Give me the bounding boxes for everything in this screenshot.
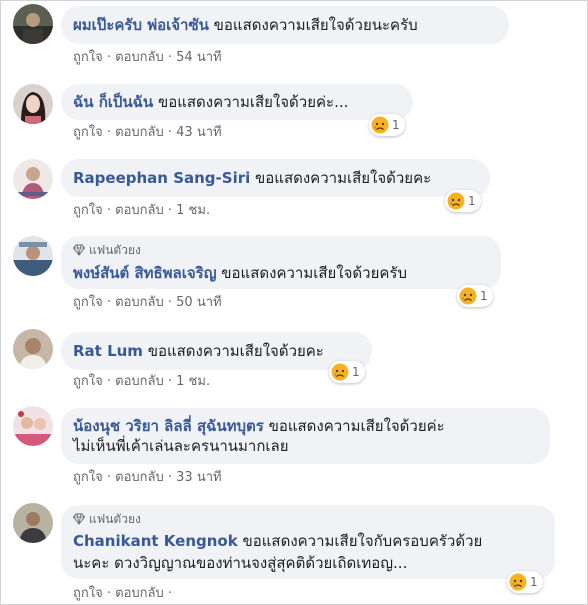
- badge-label: แฟนตัวยง: [89, 512, 141, 526]
- reply-link[interactable]: ตอบกลับ: [115, 470, 164, 486]
- like-link[interactable]: ถูกใจ: [73, 374, 103, 390]
- avatar[interactable]: [13, 4, 53, 44]
- avatar[interactable]: [13, 84, 53, 124]
- reply-link[interactable]: ตอบกลับ: [115, 295, 164, 311]
- top-fan-badge: แฟนตัวยง: [73, 511, 543, 527]
- avatar[interactable]: [13, 503, 53, 543]
- commenter-name[interactable]: น้องนุช วริยา ลิลลี่ สุฉันทบุตร: [73, 417, 264, 435]
- commenter-name[interactable]: พงษ์สันต์ สิทธิพลเจริญ: [73, 264, 217, 282]
- comment-time[interactable]: 50 นาที: [176, 295, 221, 311]
- separator: ·: [167, 203, 173, 218]
- separator: ·: [106, 586, 111, 601]
- commenter-name[interactable]: ฉัน ก็เป็นฉัน: [73, 93, 153, 111]
- comment-body: ฉัน ก็เป็นฉัน ขอแสดงความเสียใจด้วยค่ะ...: [73, 92, 401, 112]
- comment-text: ขอแสดงความเสียใจด้วยค่ะ: [268, 417, 445, 435]
- reply-link[interactable]: ตอบกลับ: [115, 50, 164, 66]
- comment-time[interactable]: 33 นาที: [176, 470, 221, 486]
- separator: ·: [167, 586, 173, 601]
- comment-bubble: แฟนตัวยง พงษ์สันต์ สิทธิพลเจริญ ขอแสดงคว…: [61, 236, 501, 289]
- separator: ·: [167, 125, 173, 140]
- separator: ·: [106, 203, 111, 218]
- separator: ·: [106, 470, 111, 485]
- comment-actions: ถูกใจ · ตอบกลับ · 43 นาที: [73, 125, 222, 141]
- reaction-count[interactable]: 1: [507, 571, 543, 593]
- comment-body: Chanikant Kengnok ขอแสดงความเสียใจกับครอ…: [73, 531, 543, 551]
- sad-reaction-icon: [331, 363, 349, 381]
- reaction-number: 1: [392, 118, 400, 132]
- reaction-count[interactable]: 1: [457, 285, 493, 307]
- avatar[interactable]: [13, 236, 53, 276]
- top-fan-badge: แฟนตัวยง: [73, 242, 489, 258]
- separator: ·: [106, 295, 111, 310]
- comment-actions: ถูกใจ · ตอบกลับ · 50 นาที: [73, 295, 222, 311]
- like-link[interactable]: ถูกใจ: [73, 203, 103, 219]
- comment-actions: ถูกใจ · ตอบกลับ · 33 นาที: [73, 470, 222, 486]
- comment-text-line-2: ไม่เห็นพี่เค้าเล่นละครนานมากเลย: [73, 437, 289, 455]
- comment-time[interactable]: 54 นาที: [176, 50, 221, 66]
- avatar[interactable]: [13, 406, 53, 446]
- comment-body: Rapeephan Sang-Siri ขอแสดงความเสียใจด้วย…: [73, 168, 478, 188]
- comment-actions: ถูกใจ · ตอบกลับ · 1 ชม.: [73, 374, 210, 390]
- comment-text: ขอแสดงความเสียใจด้วยคะ: [147, 342, 324, 360]
- like-link[interactable]: ถูกใจ: [73, 50, 103, 66]
- comment-time[interactable]: 1 ชม.: [176, 374, 210, 390]
- reaction-count[interactable]: 1: [445, 190, 481, 212]
- avatar[interactable]: [13, 329, 53, 369]
- sad-reaction-icon: [459, 287, 477, 305]
- reply-link[interactable]: ตอบกลับ: [115, 203, 164, 219]
- comment-bubble: ฉัน ก็เป็นฉัน ขอแสดงความเสียใจด้วยค่ะ...: [61, 84, 413, 120]
- sad-reaction-icon: [509, 573, 527, 591]
- comment-body: น้องนุช วริยา ลิลลี่ สุฉันทบุตร ขอแสดงคว…: [73, 416, 538, 436]
- commenter-name[interactable]: Chanikant Kengnok: [73, 532, 238, 550]
- comment-text: ขอแสดงความเสียใจด้วยนะครับ: [213, 16, 418, 34]
- comment-body: Rat Lum ขอแสดงความเสียใจด้วยคะ: [73, 341, 360, 361]
- comment-text: ขอแสดงความเสียใจด้วยคะ: [255, 169, 432, 187]
- comment-time[interactable]: 1 ชม.: [176, 203, 210, 219]
- reaction-count[interactable]: 1: [329, 361, 365, 383]
- separator: ·: [106, 125, 111, 140]
- avatar[interactable]: [13, 159, 53, 199]
- like-link[interactable]: ถูกใจ: [73, 470, 103, 486]
- reaction-number: 1: [352, 365, 360, 379]
- comment-body: พงษ์สันต์ สิทธิพลเจริญ ขอแสดงความเสียใจด…: [73, 263, 489, 283]
- separator: ·: [106, 50, 111, 65]
- comment-bubble: Rat Lum ขอแสดงความเสียใจด้วยคะ: [61, 332, 372, 370]
- like-link[interactable]: ถูกใจ: [73, 125, 103, 141]
- diamond-icon: [73, 244, 85, 256]
- reaction-number: 1: [530, 575, 538, 589]
- reaction-count[interactable]: 1: [369, 114, 405, 136]
- comment-bubble: Rapeephan Sang-Siri ขอแสดงความเสียใจด้วย…: [61, 159, 490, 197]
- sad-reaction-icon: [371, 116, 389, 134]
- comment-bubble: ผมเป๊ะครับ พ่อเจ้าซัน ขอแสดงความเสียใจด้…: [61, 6, 509, 44]
- reply-link[interactable]: ตอบกลับ: [115, 374, 164, 390]
- reaction-number: 1: [480, 289, 488, 303]
- reply-link[interactable]: ตอบกลับ: [115, 125, 164, 141]
- comment-text: ขอแสดงความเสียใจกับครอบครัวด้วย: [242, 532, 483, 550]
- comment-text: ขอแสดงความเสียใจด้วยครับ: [221, 264, 407, 282]
- comment-text: ขอแสดงความเสียใจด้วยค่ะ...: [157, 93, 349, 111]
- comment-bubble: แฟนตัวยง Chanikant Kengnok ขอแสดงความเสี…: [61, 505, 555, 579]
- comment-actions: ถูกใจ · ตอบกลับ · 54 นาที: [73, 50, 222, 66]
- commenter-name[interactable]: Rapeephan Sang-Siri: [73, 169, 250, 187]
- comment-body: ผมเป๊ะครับ พ่อเจ้าซัน ขอแสดงความเสียใจด้…: [73, 15, 497, 35]
- separator: ·: [167, 50, 173, 65]
- commenter-name[interactable]: Rat Lum: [73, 342, 143, 360]
- diamond-icon: [73, 513, 85, 525]
- separator: ·: [106, 374, 111, 389]
- sad-reaction-icon: [447, 192, 465, 210]
- like-link[interactable]: ถูกใจ: [73, 295, 103, 311]
- badge-label: แฟนตัวยง: [89, 243, 141, 257]
- like-link[interactable]: ถูกใจ: [73, 586, 103, 602]
- comment-actions: ถูกใจ · ตอบกลับ · 1 ชม.: [73, 203, 210, 219]
- separator: ·: [167, 470, 173, 485]
- commenter-name[interactable]: ผมเป๊ะครับ พ่อเจ้าซัน: [73, 16, 209, 34]
- separator: ·: [167, 295, 173, 310]
- comment-bubble: น้องนุช วริยา ลิลลี่ สุฉันทบุตร ขอแสดงคว…: [61, 408, 550, 464]
- reaction-number: 1: [468, 194, 476, 208]
- comment-time[interactable]: 43 นาที: [176, 125, 221, 141]
- comment-actions: ถูกใจ · ตอบกลับ ·: [73, 586, 176, 602]
- separator: ·: [167, 374, 173, 389]
- reply-link[interactable]: ตอบกลับ: [115, 586, 164, 602]
- comment-text-line-2: นะคะ ดวงวิญญาณของท่านจงสู่สุคติด้วยเถิดเ…: [73, 554, 408, 572]
